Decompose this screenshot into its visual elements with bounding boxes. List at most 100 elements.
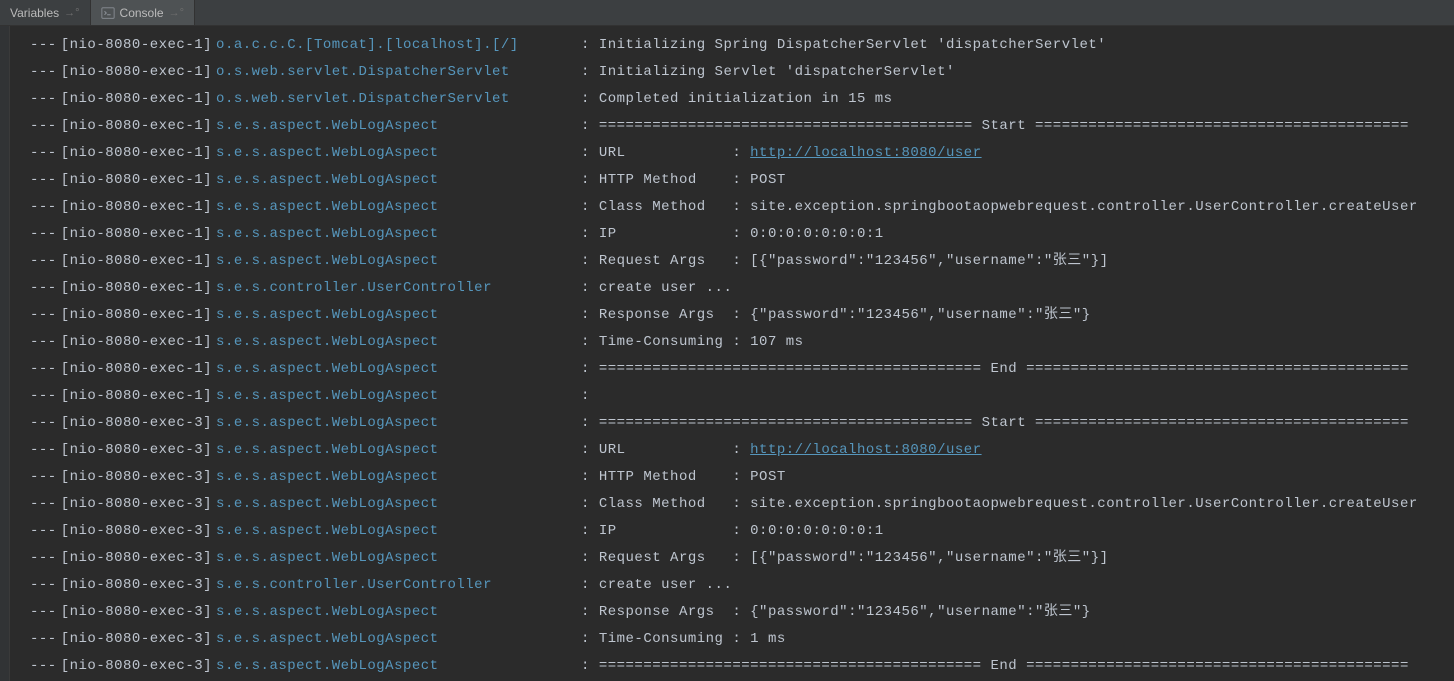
log-dash: --- <box>10 248 57 275</box>
log-separator: : <box>572 518 599 545</box>
log-logger: s.e.s.aspect.WebLogAspect <box>212 302 572 329</box>
log-line: ---[nio-8080-exec-1]s.e.s.aspect.WebLogA… <box>10 113 1454 140</box>
log-line: ---[nio-8080-exec-3]s.e.s.aspect.WebLogA… <box>10 518 1454 545</box>
log-message: create user ... <box>599 275 733 302</box>
log-line: ---[nio-8080-exec-1]o.a.c.c.C.[Tomcat].[… <box>10 32 1454 59</box>
log-message: Time-Consuming : 107 ms <box>599 329 804 356</box>
log-logger: s.e.s.aspect.WebLogAspect <box>212 194 572 221</box>
console-icon <box>101 6 115 20</box>
log-message: IP : 0:0:0:0:0:0:0:1 <box>599 518 884 545</box>
log-separator: : <box>572 59 599 86</box>
log-line: ---[nio-8080-exec-3]s.e.s.aspect.WebLogA… <box>10 626 1454 653</box>
log-thread: [nio-8080-exec-3] <box>57 410 212 437</box>
log-line: ---[nio-8080-exec-1]s.e.s.aspect.WebLogA… <box>10 221 1454 248</box>
log-message: Response Args : {"password":"123456","us… <box>599 302 1091 329</box>
log-dash: --- <box>10 86 57 113</box>
log-dash: --- <box>10 572 57 599</box>
log-separator: : <box>572 572 599 599</box>
log-logger: o.s.web.servlet.DispatcherServlet <box>212 86 572 113</box>
log-separator: : <box>572 302 599 329</box>
tab-variables[interactable]: Variables →° <box>0 0 91 25</box>
log-logger: s.e.s.aspect.WebLogAspect <box>212 356 572 383</box>
log-dash: --- <box>10 167 57 194</box>
editor-gutter <box>0 26 10 681</box>
log-separator: : <box>572 32 599 59</box>
log-separator: : <box>572 221 599 248</box>
log-separator: : <box>572 113 599 140</box>
log-dash: --- <box>10 410 57 437</box>
log-dash: --- <box>10 491 57 518</box>
pin-icon: →° <box>169 7 184 19</box>
log-separator: : <box>572 194 599 221</box>
log-logger: o.a.c.c.C.[Tomcat].[localhost].[/] <box>212 32 572 59</box>
tab-console[interactable]: Console →° <box>91 0 195 25</box>
log-line: ---[nio-8080-exec-3]s.e.s.aspect.WebLogA… <box>10 437 1454 464</box>
log-dash: --- <box>10 518 57 545</box>
log-thread: [nio-8080-exec-1] <box>57 194 212 221</box>
log-dash: --- <box>10 599 57 626</box>
log-logger: s.e.s.aspect.WebLogAspect <box>212 653 572 680</box>
log-logger: s.e.s.aspect.WebLogAspect <box>212 410 572 437</box>
log-line: ---[nio-8080-exec-3]s.e.s.aspect.WebLogA… <box>10 653 1454 680</box>
log-thread: [nio-8080-exec-1] <box>57 59 212 86</box>
log-dash: --- <box>10 437 57 464</box>
log-logger: s.e.s.aspect.WebLogAspect <box>212 626 572 653</box>
log-line: ---[nio-8080-exec-1]o.s.web.servlet.Disp… <box>10 86 1454 113</box>
log-thread: [nio-8080-exec-1] <box>57 113 212 140</box>
log-line: ---[nio-8080-exec-1]s.e.s.aspect.WebLogA… <box>10 302 1454 329</box>
tab-console-label: Console <box>120 6 164 20</box>
log-separator: : <box>572 653 599 680</box>
log-dash: --- <box>10 59 57 86</box>
log-message: create user ... <box>599 572 733 599</box>
log-separator: : <box>572 383 599 410</box>
log-message: Request Args : [{"password":"123456","us… <box>599 545 1109 572</box>
log-separator: : <box>572 86 599 113</box>
tool-window-tabs: Variables →° Console →° <box>0 0 1454 26</box>
log-line: ---[nio-8080-exec-1]o.s.web.servlet.Disp… <box>10 59 1454 86</box>
log-thread: [nio-8080-exec-3] <box>57 572 212 599</box>
log-url-link[interactable]: http://localhost:8080/user <box>750 437 981 464</box>
log-separator: : <box>572 626 599 653</box>
log-message: Initializing Spring DispatcherServlet 'd… <box>599 32 1106 59</box>
log-line: ---[nio-8080-exec-1]s.e.s.aspect.WebLogA… <box>10 329 1454 356</box>
log-logger: s.e.s.aspect.WebLogAspect <box>212 113 572 140</box>
log-thread: [nio-8080-exec-1] <box>57 302 212 329</box>
log-message: ========================================… <box>599 410 1409 437</box>
log-message: URL : <box>599 437 750 464</box>
log-message: Initializing Servlet 'dispatcherServlet' <box>599 59 955 86</box>
log-dash: --- <box>10 113 57 140</box>
log-thread: [nio-8080-exec-3] <box>57 599 212 626</box>
log-url-link[interactable]: http://localhost:8080/user <box>750 140 981 167</box>
log-line: ---[nio-8080-exec-1]s.e.s.aspect.WebLogA… <box>10 167 1454 194</box>
log-message: HTTP Method : POST <box>599 167 786 194</box>
log-message: ========================================… <box>599 113 1409 140</box>
log-message: Request Args : [{"password":"123456","us… <box>599 248 1109 275</box>
log-line: ---[nio-8080-exec-1]s.e.s.aspect.WebLogA… <box>10 356 1454 383</box>
log-logger: s.e.s.aspect.WebLogAspect <box>212 437 572 464</box>
log-separator: : <box>572 464 599 491</box>
log-thread: [nio-8080-exec-3] <box>57 518 212 545</box>
log-separator: : <box>572 248 599 275</box>
log-logger: s.e.s.aspect.WebLogAspect <box>212 545 572 572</box>
log-message: Response Args : {"password":"123456","us… <box>599 599 1091 626</box>
log-logger: s.e.s.aspect.WebLogAspect <box>212 248 572 275</box>
log-message: HTTP Method : POST <box>599 464 786 491</box>
log-line: ---[nio-8080-exec-3]s.e.s.controller.Use… <box>10 572 1454 599</box>
log-separator: : <box>572 329 599 356</box>
log-dash: --- <box>10 626 57 653</box>
log-thread: [nio-8080-exec-1] <box>57 86 212 113</box>
log-dash: --- <box>10 194 57 221</box>
console-output[interactable]: ---[nio-8080-exec-1]o.a.c.c.C.[Tomcat].[… <box>10 26 1454 681</box>
log-thread: [nio-8080-exec-1] <box>57 32 212 59</box>
log-dash: --- <box>10 302 57 329</box>
log-message: URL : <box>599 140 750 167</box>
log-dash: --- <box>10 464 57 491</box>
log-line: ---[nio-8080-exec-1]s.e.s.aspect.WebLogA… <box>10 140 1454 167</box>
log-thread: [nio-8080-exec-1] <box>57 383 212 410</box>
log-thread: [nio-8080-exec-1] <box>57 275 212 302</box>
log-dash: --- <box>10 383 57 410</box>
log-separator: : <box>572 545 599 572</box>
log-logger: s.e.s.aspect.WebLogAspect <box>212 221 572 248</box>
log-logger: s.e.s.aspect.WebLogAspect <box>212 167 572 194</box>
log-dash: --- <box>10 32 57 59</box>
